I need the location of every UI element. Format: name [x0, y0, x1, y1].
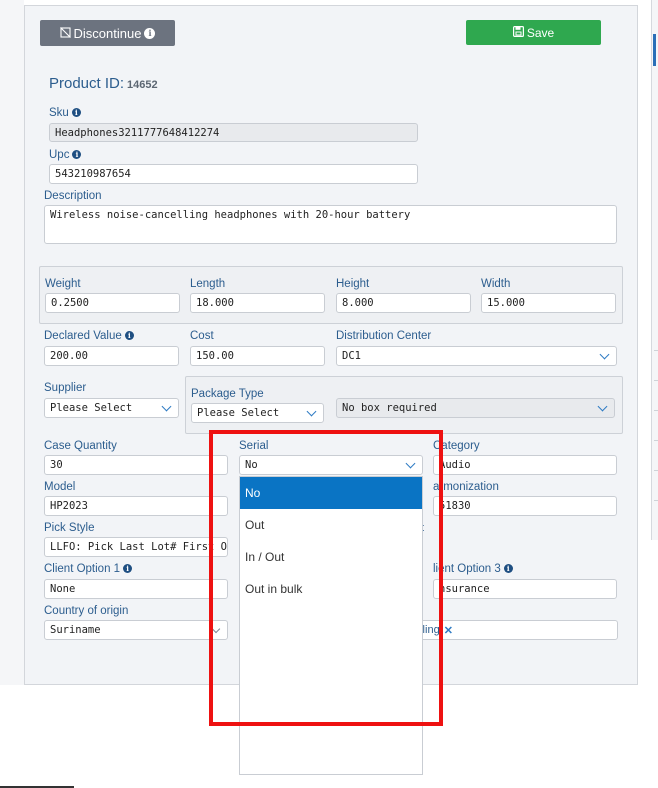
chevron-down-icon	[306, 406, 317, 417]
case-quantity-field[interactable]: 30	[44, 455, 228, 475]
side-panel-divider	[654, 380, 658, 381]
discontinue-label: Discontinue	[73, 25, 142, 41]
country-of-origin-select[interactable]: Suriname	[44, 620, 228, 640]
harmonization-field[interactable]: 51830	[433, 496, 617, 516]
side-panel-divider	[654, 500, 658, 501]
client-option-1-field[interactable]: None	[44, 579, 228, 599]
package-type-select[interactable]: Please Select	[191, 403, 324, 423]
side-panel-accent	[653, 34, 656, 66]
sku-field[interactable]: Headphones3211777648412274	[49, 123, 418, 142]
category-field[interactable]: Audio	[433, 455, 617, 475]
declared-value-field[interactable]: 200.00	[44, 346, 179, 366]
client-option-3-label: lient Option 3i	[433, 563, 513, 575]
length-label: Length	[190, 278, 226, 290]
upc-field[interactable]: 543210987654	[49, 164, 418, 184]
pick-style-label: Pick Style	[44, 522, 95, 534]
chevron-down-icon	[599, 349, 610, 360]
country-of-origin-label: Country of origin	[44, 605, 129, 617]
width-label: Width	[481, 278, 511, 290]
info-circle-icon: i	[72, 150, 82, 159]
product-id-label: Product ID:	[49, 75, 125, 92]
side-panel-divider	[654, 470, 658, 471]
upc-label: Upc i	[49, 149, 82, 161]
weight-field[interactable]: 0.2500	[45, 293, 180, 313]
ban-icon	[59, 26, 71, 41]
save-label: Save	[526, 25, 555, 40]
distribution-center-select[interactable]: DC1	[336, 346, 617, 366]
declared-value-label: Declared Value i	[44, 330, 134, 342]
width-field[interactable]: 15.000	[481, 293, 616, 313]
model-field[interactable]: HP2023	[44, 496, 228, 516]
case-quantity-label: Case Quantity	[44, 440, 117, 452]
discontinue-button[interactable]: Discontinue i	[40, 20, 175, 46]
side-panel-edge	[651, 0, 658, 540]
length-field[interactable]: 18.000	[190, 293, 325, 313]
package-type-label: Package Type	[191, 388, 264, 400]
side-panel-divider	[654, 410, 658, 411]
client-option-1-label: Client Option 1i	[44, 563, 133, 575]
info-circle-icon: i	[123, 564, 133, 573]
description-textarea[interactable]: Wireless noise-cancelling headphones wit…	[44, 205, 617, 244]
tags-field[interactable]: elling ✕	[413, 620, 618, 640]
supplier-label: Supplier	[44, 382, 87, 394]
product-id-heading: Product ID: 14652	[49, 75, 158, 92]
side-panel-divider	[654, 440, 658, 441]
model-label: Model	[44, 481, 76, 493]
height-label: Height	[336, 278, 370, 290]
background-shade-left	[0, 0, 24, 685]
info-circle-icon: i	[503, 564, 513, 573]
info-circle-icon: i	[144, 27, 156, 39]
cost-label: Cost	[190, 330, 214, 342]
pick-style-select[interactable]: LLFO: Pick Last Lot# First Out	[44, 537, 228, 557]
chevron-down-icon	[597, 401, 608, 412]
distribution-center-label: Distribution Center	[336, 330, 432, 342]
weight-label: Weight	[45, 278, 81, 290]
description-label: Description	[44, 190, 102, 202]
save-button[interactable]: Save	[466, 20, 601, 45]
sku-label: Sku i	[49, 107, 81, 119]
cost-field[interactable]: 150.00	[190, 346, 325, 366]
floppy-icon	[512, 25, 524, 40]
chevron-down-icon	[161, 401, 172, 412]
highlight-box	[209, 430, 443, 726]
client-option-3-field[interactable]: nsurance	[433, 579, 617, 599]
side-panel-divider	[654, 350, 658, 351]
product-id-value: 14652	[127, 79, 158, 91]
info-circle-icon: i	[124, 331, 134, 340]
box-type-select[interactable]: No box required	[336, 398, 615, 418]
info-circle-icon: i	[71, 108, 81, 117]
x-icon[interactable]: ✕	[444, 624, 453, 637]
supplier-select[interactable]: Please Select	[44, 398, 179, 418]
height-field[interactable]: 8.000	[336, 293, 471, 313]
